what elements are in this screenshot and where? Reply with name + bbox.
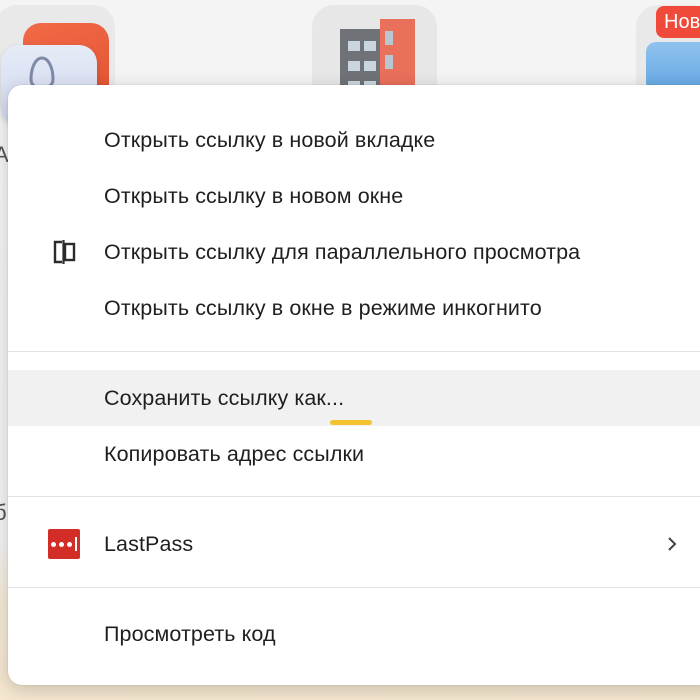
menu-item-label: Копировать адрес ссылки <box>104 441 365 466</box>
split-view-icon <box>53 240 76 264</box>
menu-item-label: Открыть ссылку в окне в режиме инкогнито <box>104 295 542 320</box>
menu-separator <box>8 587 700 588</box>
menu-item-label: Открыть ссылку в новой вкладке <box>104 127 436 152</box>
menu-item-label: Открыть ссылку в новом окне <box>104 183 404 208</box>
browser-page: Ново A б Открыть ссылку в новой вкладке … <box>0 0 700 700</box>
menu-item-lastpass[interactable]: LastPass <box>8 516 700 572</box>
menu-separator <box>8 496 700 497</box>
context-menu: Открыть ссылку в новой вкладке Открыть с… <box>8 85 700 685</box>
menu-item-copy-link-address[interactable]: Копировать адрес ссылки <box>8 426 700 482</box>
menu-item-label: Просмотреть код <box>104 621 276 646</box>
menu-item-label: Сохранить ссылку как... <box>104 385 345 410</box>
menu-item-save-link-as[interactable]: Сохранить ссылку как... <box>8 370 700 426</box>
news-badge: Ново <box>656 6 700 38</box>
chevron-right-icon <box>668 537 677 551</box>
cursor-highlight <box>330 420 372 425</box>
menu-item-view-source[interactable]: Просмотреть код <box>8 606 700 662</box>
menu-item-label: Открыть ссылку для параллельного просмот… <box>104 239 581 264</box>
menu-item-label: LastPass <box>104 531 194 556</box>
menu-item-open-split-view[interactable]: Открыть ссылку для параллельного просмот… <box>8 224 700 280</box>
background-letter: б <box>0 500 7 525</box>
menu-item-open-new-tab[interactable]: Открыть ссылку в новой вкладке <box>8 112 700 168</box>
menu-item-open-new-window[interactable]: Открыть ссылку в новом окне <box>8 168 700 224</box>
lastpass-icon <box>48 529 80 559</box>
menu-separator <box>8 351 700 352</box>
menu-item-open-incognito[interactable]: Открыть ссылку в окне в режиме инкогнито <box>8 280 700 336</box>
